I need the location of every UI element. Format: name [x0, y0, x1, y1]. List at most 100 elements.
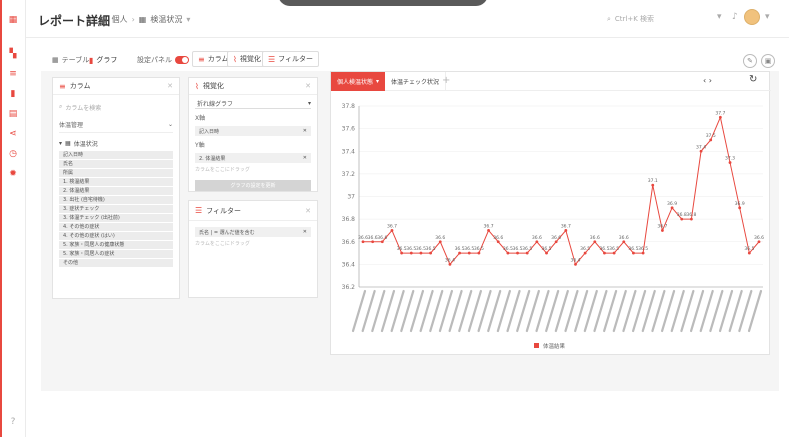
- data-point: [574, 262, 577, 266]
- column-search-input[interactable]: ⌕ カラムを検索: [59, 101, 173, 113]
- data-label: 36.7: [387, 223, 397, 229]
- data-point: [487, 229, 490, 232]
- clock-icon[interactable]: ◷: [7, 148, 19, 160]
- data-point: [593, 240, 597, 244]
- column-search-placeholder: カラムを検索: [65, 104, 102, 112]
- data-point: [409, 251, 413, 255]
- data-point: [361, 240, 365, 244]
- chevron-down-icon[interactable]: ▾: [186, 15, 190, 24]
- bell-icon[interactable]: ♪: [732, 12, 738, 22]
- x-tick-label: [496, 289, 511, 333]
- close-icon[interactable]: ✕: [303, 155, 307, 161]
- chart-icon[interactable]: ▮: [7, 88, 19, 100]
- table-view-toggle[interactable]: ▦ テーブル: [52, 55, 89, 65]
- data-label: 36.5: [599, 246, 609, 252]
- tab-label: 個人検温状態: [337, 79, 374, 86]
- legend-label: 体温結果: [543, 342, 566, 350]
- help-icon[interactable]: ?: [7, 416, 19, 428]
- data-point: [477, 251, 481, 255]
- line-chart-icon: ⌇: [233, 54, 237, 64]
- data-point: [670, 206, 674, 210]
- data-point: [689, 217, 693, 221]
- close-icon[interactable]: ✕: [305, 82, 311, 90]
- x-tick-label: [641, 289, 656, 333]
- x-tick-label: [728, 289, 743, 333]
- breadcrumb-item[interactable]: 検温状況: [150, 14, 182, 25]
- data-point: [380, 240, 384, 244]
- filter-condition[interactable]: 氏名 | = 選んだ値を含む ✕: [195, 227, 311, 237]
- filter-button[interactable]: ☰ フィルター: [262, 51, 320, 67]
- data-label: 36.7: [484, 223, 494, 229]
- database-icon[interactable]: ≡: [7, 68, 19, 80]
- column-item[interactable]: 1. 検温結果: [59, 178, 173, 186]
- data-label: 36.5: [541, 246, 551, 252]
- line-chart: 36.236.436.636.83737.237.437.637.836.6 36…: [342, 103, 765, 350]
- visual-button-label: 視覚化: [239, 55, 261, 63]
- tab-personal-temperature[interactable]: 個人検温状態 ▾: [331, 72, 386, 91]
- close-icon[interactable]: ✕: [305, 207, 311, 215]
- graph-view-toggle[interactable]: ▮ グラフ: [89, 55, 117, 65]
- drop-hint: カラムをここにドラッグ: [195, 241, 250, 247]
- column-item[interactable]: 記入日時: [59, 151, 173, 159]
- close-icon[interactable]: ✕: [303, 229, 307, 235]
- data-label: 36.5: [638, 246, 648, 252]
- data-point: [545, 251, 548, 255]
- setting-panel-toggle[interactable]: 設定パネル: [137, 55, 189, 65]
- data-label: 36.9: [735, 201, 745, 207]
- y-tick-label: 37.6: [342, 126, 356, 133]
- visual-button[interactable]: ⌇ 視覚化: [227, 51, 267, 67]
- apps-grid-icon[interactable]: ▦: [7, 14, 19, 26]
- column-group-select[interactable]: 体温管理 ⌄: [59, 117, 173, 133]
- panel-toggle-switch[interactable]: [175, 56, 189, 64]
- x-tick-label: [429, 289, 444, 333]
- column-item[interactable]: 3. 体温チェック (出社前): [59, 214, 173, 222]
- close-icon[interactable]: ✕: [167, 82, 173, 90]
- data-point: [612, 251, 616, 255]
- refresh-icon[interactable]: ↻: [749, 74, 757, 85]
- chevron-down-icon[interactable]: ▾: [717, 12, 722, 22]
- inbox-icon[interactable]: ▤: [7, 108, 19, 120]
- column-item[interactable]: 氏名: [59, 160, 173, 168]
- share-icon[interactable]: ⋖: [7, 128, 19, 140]
- x-tick-label: [651, 289, 666, 333]
- chevron-down-icon[interactable]: ▾: [765, 12, 770, 22]
- drop-hint: カラムをここにドラッグ: [195, 167, 250, 173]
- tab-nav-arrows[interactable]: ‹ ›: [703, 76, 712, 85]
- data-label: 36.5: [503, 246, 513, 252]
- x-tick-label: [593, 289, 608, 333]
- x-tick-label: [680, 289, 695, 333]
- column-item[interactable]: 2. 体温結果: [59, 187, 173, 195]
- data-label: 36.5: [628, 246, 638, 252]
- x-tick-label: [574, 289, 589, 333]
- left-nav-rail: ▦ ▚ ≡ ▮ ▤ ⋖ ◷ ✹ ?: [0, 0, 26, 437]
- chart-type-select[interactable]: 折れ線グラフ ▾: [195, 98, 311, 109]
- column-item[interactable]: 所属: [59, 169, 173, 177]
- x-tick-label: [506, 289, 521, 333]
- dashboard-icon[interactable]: ▚: [7, 48, 19, 60]
- column-item[interactable]: 3. 症状チェック: [59, 205, 173, 213]
- close-icon[interactable]: ✕: [303, 128, 307, 134]
- column-item[interactable]: 5. 家族・同居人の症状: [59, 250, 173, 258]
- edit-icon[interactable]: ✎: [743, 54, 757, 68]
- column-item[interactable]: 5. 家族・同居人の健康状態: [59, 241, 173, 249]
- x-axis-field[interactable]: 記入日時 ✕: [195, 126, 311, 136]
- column-subgroup[interactable]: ▾ ▦ 体温状況: [59, 137, 173, 149]
- gear-icon[interactable]: ✹: [7, 168, 19, 180]
- data-label: 36.4: [570, 257, 580, 263]
- column-item[interactable]: 3. 出社 (自宅待機): [59, 196, 173, 204]
- save-icon[interactable]: ▣: [761, 54, 775, 68]
- avatar[interactable]: [744, 9, 760, 25]
- window-tab-shape: [278, 0, 488, 6]
- global-search[interactable]: ⌕ Ctrl+K 検索: [607, 11, 697, 27]
- add-tab-icon[interactable]: +: [442, 75, 450, 86]
- data-label: 36.5: [580, 246, 590, 252]
- x-tick-label: [371, 289, 386, 333]
- breadcrumb-item[interactable]: 個人: [112, 14, 128, 25]
- tab-temperature-check[interactable]: 体温チェック状況: [385, 72, 447, 91]
- update-graph-button[interactable]: グラフの設定を更新: [195, 180, 311, 191]
- column-item[interactable]: 4. その他の症状 (はい): [59, 232, 173, 240]
- column-item[interactable]: 4. その他の症状: [59, 223, 173, 231]
- y-axis-field[interactable]: 2. 体温結果 ✕: [195, 153, 311, 163]
- column-item[interactable]: その他: [59, 259, 173, 267]
- data-label: 36.5: [397, 246, 407, 252]
